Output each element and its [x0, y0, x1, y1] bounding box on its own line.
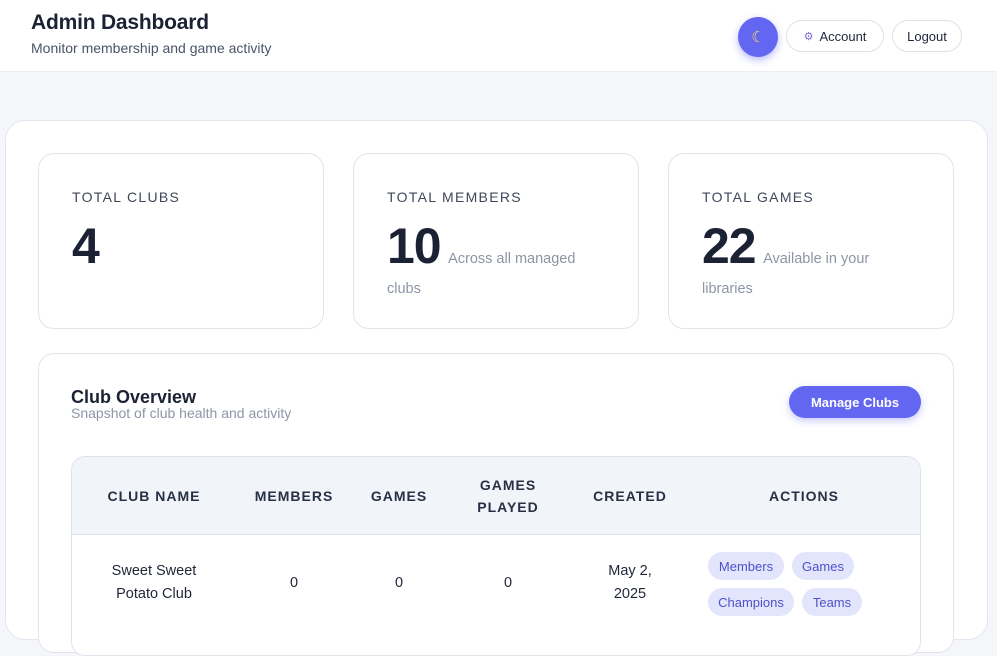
stat-label: TOTAL GAMES: [702, 189, 815, 205]
members-action-button[interactable]: Members: [708, 552, 784, 580]
column-header-actions: ACTIONS: [769, 488, 839, 504]
cell-created: May 2, 2025: [608, 563, 652, 602]
stat-card-total-members: TOTAL MEMBERS 10 Across all managed club…: [353, 153, 639, 329]
page-subtitle: Monitor membership and game activity: [31, 40, 272, 56]
cell-club-name: Sweet Sweet Potato Club: [111, 563, 197, 602]
stat-card-total-games: TOTAL GAMES 22 Available in your librari…: [668, 153, 954, 329]
table-header: CLUB NAME MEMBERS GAMES GAMES PLAYED CRE…: [72, 457, 920, 535]
column-header-club-name[interactable]: CLUB NAME: [72, 457, 236, 535]
stat-value: 4: [72, 218, 100, 274]
cell-members: 0: [289, 574, 299, 591]
column-header-members[interactable]: MEMBERS: [236, 457, 352, 535]
games-action-button[interactable]: Games: [792, 552, 854, 580]
stat-label: TOTAL CLUBS: [72, 189, 181, 205]
column-header-games[interactable]: GAMES: [352, 457, 446, 535]
account-label: Account: [819, 28, 867, 44]
club-table: CLUB NAME MEMBERS GAMES GAMES PLAYED CRE…: [71, 456, 921, 656]
manage-clubs-button[interactable]: Manage Clubs: [789, 386, 921, 418]
logout-button[interactable]: Logout: [892, 20, 962, 52]
column-header-created[interactable]: CREATED: [576, 457, 684, 535]
account-button[interactable]: ⚙ Account: [786, 20, 884, 52]
teams-action-button[interactable]: Teams: [802, 588, 862, 616]
gear-icon: ⚙: [803, 30, 814, 43]
champions-action-button[interactable]: Champions: [708, 588, 794, 616]
stat-label: TOTAL MEMBERS: [387, 189, 522, 205]
cell-games-played: 0: [503, 574, 513, 591]
cell-games: 0: [394, 574, 404, 591]
stat-value: 22: [702, 218, 757, 274]
theme-toggle-button[interactable]: ☾: [738, 17, 778, 57]
club-overview-subtitle: Snapshot of club health and activity: [71, 405, 292, 421]
stat-card-total-clubs: TOTAL CLUBS 4: [38, 153, 324, 329]
stat-value: 10: [387, 218, 442, 274]
column-header-games-played[interactable]: GAMES PLAYED: [466, 457, 550, 535]
page-title: Admin Dashboard: [31, 11, 209, 34]
moon-icon: ☾: [751, 29, 765, 46]
